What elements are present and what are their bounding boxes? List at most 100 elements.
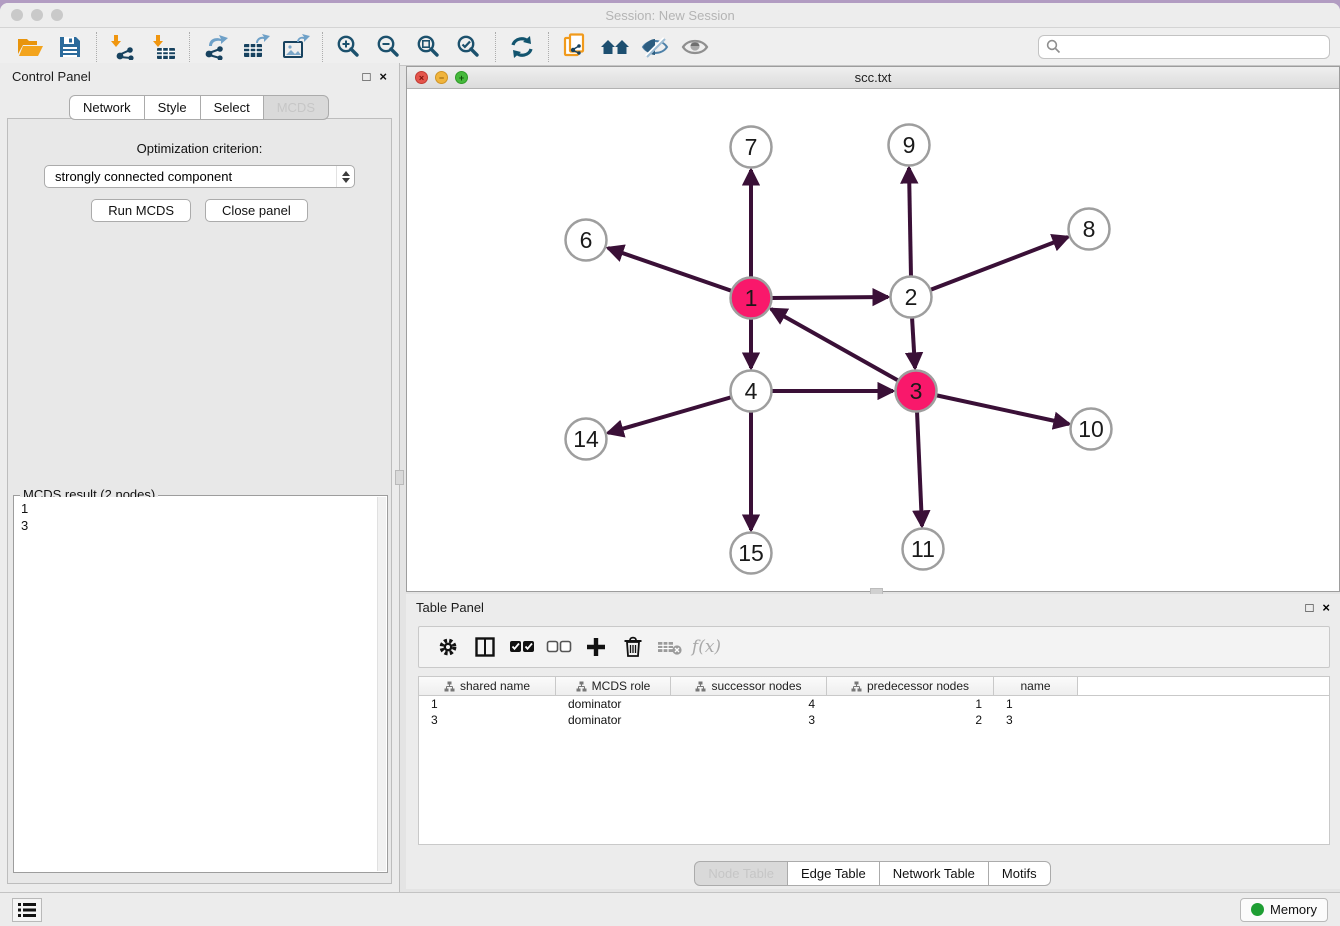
table-panel-title: Table Panel xyxy=(416,600,484,615)
save-session-button[interactable] xyxy=(50,30,90,64)
tab-motifs[interactable]: Motifs xyxy=(988,861,1051,886)
edge-3-10 xyxy=(935,395,1069,424)
edge-1-2 xyxy=(771,297,888,298)
node-label: 2 xyxy=(905,284,918,310)
duplicate-network-icon xyxy=(562,33,588,61)
export-network-button[interactable] xyxy=(196,30,236,64)
search-input[interactable] xyxy=(1038,35,1330,59)
memory-label: Memory xyxy=(1270,902,1317,917)
refresh-layout-button[interactable] xyxy=(502,30,542,64)
table-settings-button[interactable] xyxy=(429,630,466,664)
show-graphics-details-button[interactable] xyxy=(675,30,715,64)
zoom-fit-button[interactable] xyxy=(409,30,449,64)
export-network-icon xyxy=(203,34,230,60)
tab-mcds[interactable]: MCDS xyxy=(263,95,329,120)
delete-table-button[interactable] xyxy=(651,630,688,664)
close-table-panel-icon[interactable]: × xyxy=(1322,600,1330,615)
zoom-out-button[interactable] xyxy=(369,30,409,64)
save-icon xyxy=(58,35,82,59)
edge-3-11 xyxy=(917,411,922,526)
table-panel-header: Table Panel □ × xyxy=(406,594,1340,620)
import-network-button[interactable] xyxy=(103,30,143,64)
home-button[interactable] xyxy=(595,30,635,64)
table-panel: Table Panel □ × xyxy=(406,594,1340,889)
control-panel-tabs: Network Style Select MCDS xyxy=(0,95,399,120)
vertical-splitter-handle[interactable] xyxy=(395,470,404,485)
hide-graphics-details-button[interactable] xyxy=(635,30,675,64)
column-header-shared-name[interactable]: shared name xyxy=(419,677,556,695)
tab-edge-table[interactable]: Edge Table xyxy=(787,861,880,886)
zoom-selected-button[interactable] xyxy=(449,30,489,64)
criterion-value: strongly connected component xyxy=(45,169,336,184)
zoom-in-icon xyxy=(336,34,362,60)
task-history-button[interactable] xyxy=(12,898,42,922)
zoom-in-button[interactable] xyxy=(329,30,369,64)
tab-style[interactable]: Style xyxy=(144,95,201,120)
column-header-mcds-role[interactable]: MCDS role xyxy=(556,677,671,695)
table-row[interactable]: 1 dominator 4 1 1 xyxy=(419,696,1329,712)
float-panel-icon[interactable]: □ xyxy=(363,69,371,84)
add-row-button[interactable] xyxy=(577,630,614,664)
application-window: Session: New Session xyxy=(0,3,1340,926)
duplicate-network-button[interactable] xyxy=(555,30,595,64)
mcds-result-text[interactable]: 13 xyxy=(15,497,377,871)
select-all-icon xyxy=(509,639,535,655)
export-table-button[interactable] xyxy=(236,30,276,64)
close-panel-icon[interactable]: × xyxy=(379,69,387,84)
node-label: 4 xyxy=(745,378,758,404)
tab-select[interactable]: Select xyxy=(200,95,264,120)
node-label: 1 xyxy=(745,285,758,311)
edge-4-14 xyxy=(608,397,732,433)
columns-icon xyxy=(474,636,496,658)
close-panel-button[interactable]: Close panel xyxy=(205,199,308,222)
zoom-out-icon xyxy=(376,34,402,60)
show-columns-button[interactable] xyxy=(466,630,503,664)
run-mcds-button[interactable]: Run MCDS xyxy=(91,199,191,222)
delete-row-button[interactable] xyxy=(614,630,651,664)
criterion-dropdown[interactable]: strongly connected component xyxy=(44,165,355,188)
table-row[interactable]: 3 dominator 3 2 3 xyxy=(419,712,1329,728)
zoom-selected-icon xyxy=(456,34,482,60)
memory-button[interactable]: Memory xyxy=(1240,898,1328,922)
window-title: Session: New Session xyxy=(0,8,1340,23)
network-window-title: scc.txt xyxy=(407,70,1339,85)
open-session-button[interactable] xyxy=(10,30,50,64)
export-table-icon xyxy=(242,34,270,60)
toolbar-separator xyxy=(548,32,549,62)
column-header-predecessor-nodes[interactable]: predecessor nodes xyxy=(827,677,994,695)
select-all-button[interactable] xyxy=(503,630,540,664)
delete-table-icon xyxy=(657,638,683,656)
import-table-icon xyxy=(150,34,176,60)
edge-1-6 xyxy=(608,248,732,291)
shared-column-icon xyxy=(444,681,455,692)
shared-column-icon xyxy=(851,681,862,692)
mcds-panel-body: Optimization criterion: strongly connect… xyxy=(7,118,392,884)
column-header-name[interactable]: name xyxy=(994,677,1078,695)
edges xyxy=(608,168,1069,530)
shared-column-icon xyxy=(576,681,587,692)
zoom-fit-icon xyxy=(416,34,442,60)
export-image-button[interactable] xyxy=(276,30,316,64)
function-builder-button[interactable]: f(x) xyxy=(688,630,725,664)
control-panel: Control Panel □ × Network Style Select M… xyxy=(0,63,400,892)
open-folder-icon xyxy=(17,35,44,59)
deselect-all-button[interactable] xyxy=(540,630,577,664)
plus-icon xyxy=(585,636,607,658)
trash-icon xyxy=(623,636,643,658)
tab-network[interactable]: Network xyxy=(69,95,145,120)
result-scrollbar[interactable] xyxy=(377,497,386,871)
network-graph-canvas[interactable]: 7 9 6 8 1 2 4 3 14 10 15 11 xyxy=(407,89,1339,591)
import-table-button[interactable] xyxy=(143,30,183,64)
status-bar: Memory xyxy=(0,892,1340,926)
column-header-successor-nodes[interactable]: successor nodes xyxy=(671,677,827,695)
float-table-panel-icon[interactable]: □ xyxy=(1306,600,1314,615)
toolbar-separator xyxy=(189,32,190,62)
main-toolbar xyxy=(0,28,1340,66)
node-table: shared name MCDS role successor nodes pr… xyxy=(418,676,1330,845)
deselect-all-icon xyxy=(546,639,572,655)
search-icon xyxy=(1046,39,1061,54)
node-label: 3 xyxy=(910,378,923,404)
tab-network-table[interactable]: Network Table xyxy=(879,861,989,886)
tab-node-table[interactable]: Node Table xyxy=(694,861,788,886)
network-window-titlebar[interactable]: × − + scc.txt xyxy=(407,67,1339,89)
